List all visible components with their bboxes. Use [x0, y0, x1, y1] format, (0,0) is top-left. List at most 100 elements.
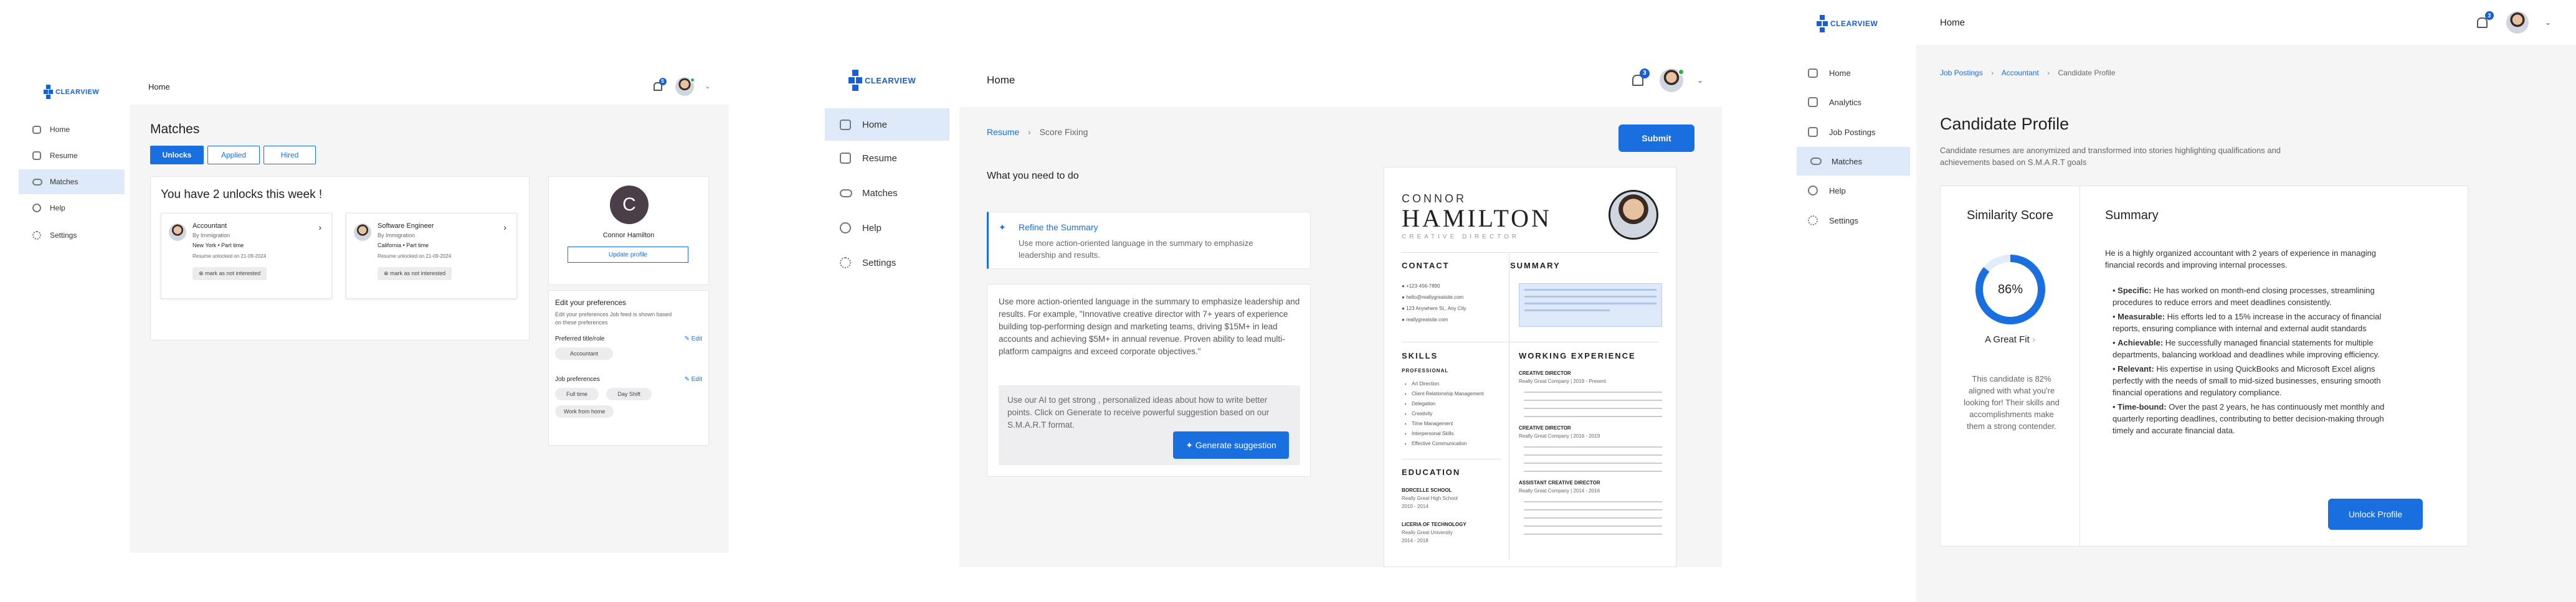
- tip-card[interactable]: ✦ Refine the Summary Use more action-ori…: [987, 212, 1311, 269]
- smart-item: • Relevant: His expertise in using Quick…: [2113, 364, 2381, 397]
- tip-title: Refine the Summary: [1019, 222, 1098, 232]
- sidebar-item-resume[interactable]: Resume: [19, 142, 130, 169]
- close-circle-icon: ⊗: [384, 270, 391, 276]
- chevron-right-icon[interactable]: ›: [318, 222, 321, 232]
- main: Home 5 ⌄ Matches Unlocks Applied Hired Y…: [130, 68, 729, 553]
- breadcrumb-resume[interactable]: Resume: [987, 127, 1019, 137]
- sidebar-item-help[interactable]: Help: [821, 210, 959, 245]
- unlocks-heading: You have 2 unlocks this week !: [161, 188, 323, 201]
- sidebar-item-job-postings[interactable]: Job Postings: [1794, 117, 1916, 147]
- chevron-down-icon[interactable]: ⌄: [2545, 18, 2551, 27]
- matches-icon: [32, 178, 42, 186]
- avatar[interactable]: [2506, 11, 2529, 34]
- sidebar-item-matches[interactable]: Matches: [821, 176, 959, 210]
- unlock-profile-button[interactable]: Unlock Profile: [2328, 499, 2423, 530]
- education-heading: EDUCATION: [1402, 468, 1461, 477]
- job-card[interactable]: Accountant By Immigration New York • Par…: [161, 213, 332, 299]
- job-title: Accountant: [192, 222, 227, 230]
- sidebar-item-resume[interactable]: Resume: [821, 141, 959, 176]
- sidebar-item-settings[interactable]: Settings: [19, 222, 130, 249]
- sidebar-item-matches[interactable]: Matches: [1797, 147, 1910, 176]
- suggestion-card: Use more action-oriented language in the…: [987, 284, 1311, 477]
- matches-icon: [1810, 158, 1822, 165]
- edit-job-prefs-button[interactable]: ✎ Edit: [685, 376, 702, 383]
- tab-unlocks[interactable]: Unlocks: [150, 146, 204, 164]
- profile-card: C Connor Hamilton Update profile: [548, 176, 709, 285]
- tip-text: Use more action-oriented language in the…: [1019, 238, 1253, 260]
- avatar[interactable]: [675, 77, 695, 96]
- resume-last-name: HAMILTON: [1402, 204, 1552, 232]
- contact-heading: CONTACT: [1402, 261, 1450, 270]
- sidebar-item-settings[interactable]: Settings: [1794, 205, 1916, 235]
- role-chip: Accountant: [555, 347, 614, 360]
- page-title: Matches: [150, 122, 200, 136]
- sidebar-nav: Home Resume Matches Help Settings: [19, 117, 130, 249]
- home-icon: [32, 125, 41, 134]
- similarity-panel: Similarity Score 86% A Great Fit › This …: [1941, 186, 2080, 546]
- sidebar-item-home[interactable]: Home: [825, 108, 949, 141]
- sidebar: CLEARVIEW Home Resume Matches Help Setti…: [19, 68, 130, 553]
- sidebar-nav: Home Resume Matches Help Settings: [821, 108, 959, 280]
- home-icon: [1808, 68, 1818, 78]
- smart-item: • Time-bound: Over the past 2 years, he …: [2113, 402, 2385, 435]
- phone-icon: ●: [1402, 283, 1407, 289]
- summary-panel: Summary He is a highly organized account…: [2080, 186, 2468, 546]
- score-ring: 86%: [1975, 255, 2045, 324]
- chevron-right-icon[interactable]: ›: [503, 222, 506, 232]
- web-icon: ●: [1402, 317, 1407, 322]
- sidebar: CLEARVIEW Home Analytics Job Postings Ma…: [1794, 0, 1916, 602]
- generate-suggestion-button[interactable]: ✦ Generate suggestion: [1173, 431, 1289, 459]
- chevron-down-icon[interactable]: ⌄: [1697, 76, 1703, 85]
- sparkle-icon: ✦: [1186, 440, 1195, 450]
- logo: CLEARVIEW: [848, 70, 959, 91]
- breadcrumb-accountant[interactable]: Accountant: [2002, 68, 2039, 77]
- tab-applied[interactable]: Applied: [207, 146, 260, 164]
- screen-matches: CLEARVIEW Home Resume Matches Help Setti…: [19, 68, 729, 553]
- sidebar-item-analytics[interactable]: Analytics: [1794, 87, 1916, 117]
- contact-list: ● +123-456-7890 ● hello@reallygreatsite.…: [1402, 283, 1466, 322]
- not-interested-button[interactable]: ⊗ mark as not interested: [192, 267, 267, 280]
- help-icon: [32, 204, 41, 212]
- edit-role-button[interactable]: ✎ Edit: [685, 336, 702, 342]
- resume-icon: [32, 151, 41, 160]
- smart-item: • Measurable: His efforts led to a 15% i…: [2113, 312, 2382, 333]
- summary-heading: Summary: [2105, 209, 2159, 222]
- sidebar-item-home[interactable]: Home: [19, 117, 130, 142]
- logo: CLEARVIEW: [1817, 15, 1916, 32]
- settings-icon: [1808, 215, 1818, 225]
- chevron-right-icon: ›: [1991, 68, 1994, 77]
- submit-button[interactable]: Submit: [1618, 125, 1694, 152]
- summary-heading: SUMMARY: [1510, 261, 1561, 270]
- breadcrumb: Job Postings › Accountant › Candidate Pr…: [1940, 68, 2116, 77]
- sidebar-item-home[interactable]: Home: [1794, 59, 1916, 87]
- tab-hired[interactable]: Hired: [264, 146, 316, 164]
- avatar[interactable]: [1659, 68, 1685, 92]
- sidebar-item-settings[interactable]: Settings: [821, 245, 959, 280]
- bell-icon[interactable]: 3: [2475, 11, 2494, 30]
- job-pref-chip: Work from home: [555, 405, 614, 418]
- logo: CLEARVIEW: [44, 85, 130, 100]
- update-profile-button[interactable]: Update profile: [568, 247, 688, 263]
- summary-intro: He is a highly organized accountant with…: [2105, 248, 2377, 270]
- profile-initial-avatar: C: [610, 186, 649, 224]
- profile-name: Connor Hamilton: [602, 232, 655, 239]
- sidebar-item-matches[interactable]: Matches: [19, 169, 125, 194]
- chevron-down-icon[interactable]: ⌄: [705, 83, 710, 90]
- not-interested-button[interactable]: ⊗ mark as not interested: [378, 267, 452, 280]
- email-icon: ●: [1402, 294, 1407, 300]
- lightbulb-icon: ✦: [999, 222, 1006, 232]
- ai-box: Use our AI to get strong , personalized …: [999, 385, 1300, 465]
- similarity-heading: Similarity Score: [1967, 209, 2053, 222]
- smart-item: • Achievable: He successfully managed fi…: [2113, 338, 2380, 359]
- job-card[interactable]: Software Engineer By Immigration Califor…: [346, 213, 517, 299]
- sidebar-item-help[interactable]: Help: [1794, 176, 1916, 205]
- sidebar-item-help[interactable]: Help: [19, 194, 130, 222]
- job-title: Software Engineer: [378, 222, 434, 230]
- breadcrumb-job-postings[interactable]: Job Postings: [1940, 68, 1983, 77]
- job-pref-chip: Day Shift: [606, 388, 652, 400]
- company-logo: [169, 223, 186, 241]
- company-logo: [354, 223, 371, 241]
- bell-icon[interactable]: 3: [1630, 68, 1650, 88]
- breadcrumb-current: Candidate Profile: [2058, 68, 2116, 77]
- bell-icon[interactable]: 5: [652, 78, 667, 93]
